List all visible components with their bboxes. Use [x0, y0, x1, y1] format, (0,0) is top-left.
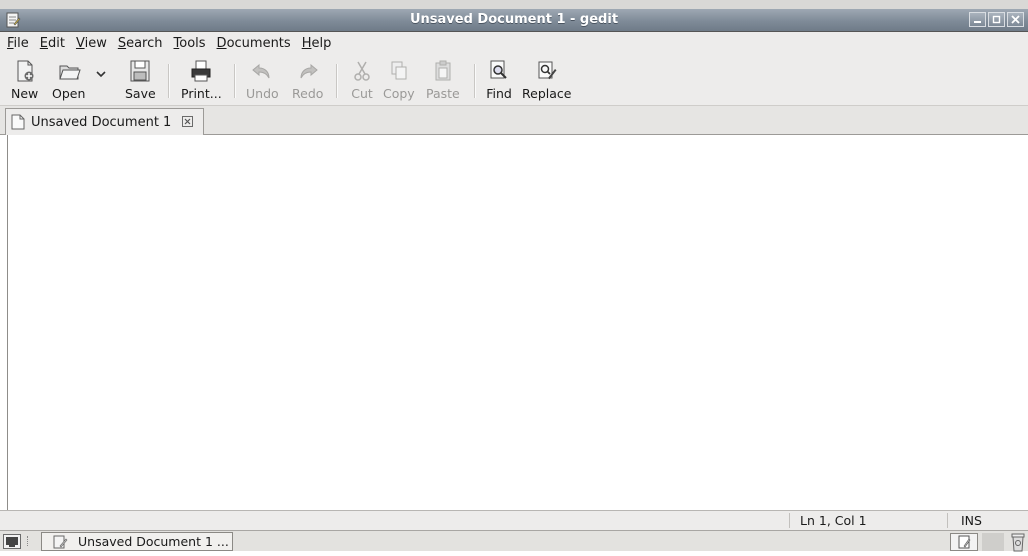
chevron-down-icon	[96, 71, 106, 78]
tab-close-button[interactable]	[182, 116, 193, 127]
menu-edit-rest: dit	[48, 35, 65, 51]
menu-documents-rest: ocuments	[226, 35, 291, 51]
undo-arrow-icon	[252, 63, 270, 79]
desktop-icon	[6, 537, 18, 547]
menu-help-rest: elp	[311, 35, 332, 51]
toolbar-separator	[474, 64, 476, 98]
find-button[interactable]: Find	[486, 58, 512, 101]
show-desktop-button[interactable]	[3, 534, 21, 549]
toolbar: New Open Save Print... Undo Redo Cut Cop…	[0, 54, 1028, 106]
tab-unsaved-document-1[interactable]: Unsaved Document 1	[5, 108, 204, 135]
window-titlebar[interactable]: Unsaved Document 1 - gedit	[0, 9, 1028, 32]
copy-button[interactable]: Copy	[383, 58, 415, 101]
panel-handle[interactable]	[27, 536, 32, 546]
close-button[interactable]	[1007, 12, 1024, 27]
taskbar-window-button[interactable]: Unsaved Document 1 ...	[41, 532, 233, 551]
insert-mode-indicator: INS	[961, 513, 982, 528]
document-tabbar: Unsaved Document 1	[0, 106, 1028, 135]
menu-view-rest: iew	[84, 35, 107, 51]
maximize-icon	[992, 15, 1001, 24]
minimize-button[interactable]	[969, 12, 986, 27]
redo-button[interactable]: Redo	[292, 58, 323, 101]
text-editor-icon	[958, 535, 971, 549]
menu-tools-rest: ools	[179, 35, 206, 51]
menu-edit[interactable]: Edit	[40, 36, 65, 51]
cut-button[interactable]: Cut	[349, 58, 375, 101]
cut-label: Cut	[351, 86, 373, 101]
trash-icon[interactable]	[1008, 531, 1028, 552]
open-recent-dropdown[interactable]	[95, 68, 107, 80]
scissors-icon	[354, 61, 370, 81]
statusbar-divider	[789, 513, 790, 528]
tray-gedit-icon[interactable]	[950, 533, 978, 551]
menu-file[interactable]: File	[7, 36, 29, 51]
close-icon	[184, 118, 191, 125]
statusbar-divider	[947, 513, 948, 528]
toolbar-separator	[234, 64, 236, 98]
tray-slot	[982, 533, 1004, 551]
maximize-button[interactable]	[988, 12, 1005, 27]
menu-documents[interactable]: Documents	[217, 36, 291, 51]
find-label: Find	[486, 86, 512, 101]
toolbar-separator	[168, 64, 170, 98]
menu-file-rest: ile	[13, 35, 29, 51]
copy-icon	[391, 61, 407, 80]
replace-label: Replace	[522, 86, 572, 101]
print-label: Print...	[181, 86, 222, 101]
tab-label: Unsaved Document 1	[31, 114, 172, 130]
menu-documents-mnemonic: D	[216, 35, 227, 51]
menu-view-mnemonic: V	[75, 35, 85, 51]
undo-label: Undo	[246, 86, 279, 101]
taskbar-window-label: Unsaved Document 1 ...	[78, 534, 229, 549]
redo-arrow-icon	[300, 63, 318, 79]
window-controls	[969, 12, 1024, 27]
paste-button[interactable]: Paste	[426, 58, 460, 101]
menubar: File Edit View Search Tools Documents He…	[0, 32, 1028, 54]
gedit-app-icon	[53, 535, 68, 548]
menu-search-rest: earch	[126, 35, 163, 51]
trash-can-icon	[1011, 533, 1025, 552]
save-button[interactable]: Save	[125, 58, 156, 101]
menu-view[interactable]: View	[76, 36, 107, 51]
undo-button[interactable]: Undo	[246, 58, 279, 101]
replace-button[interactable]: Replace	[522, 58, 571, 101]
top-strip	[0, 0, 1028, 9]
redo-label: Redo	[292, 86, 324, 101]
toolbar-separator	[336, 64, 338, 98]
menu-edit-mnemonic: E	[39, 35, 48, 51]
text-editor-area[interactable]	[7, 135, 1028, 510]
open-folder-icon	[58, 65, 81, 80]
menu-help[interactable]: Help	[302, 36, 332, 51]
menu-search-mnemonic: S	[117, 35, 127, 51]
save-floppy-icon	[130, 60, 150, 82]
paste-clipboard-icon	[435, 60, 451, 81]
new-button[interactable]: New	[11, 58, 38, 101]
printer-icon	[191, 60, 211, 82]
window-title: Unsaved Document 1 - gedit	[409, 12, 619, 27]
new-document-icon	[17, 60, 34, 82]
close-icon	[1011, 15, 1020, 24]
document-icon	[11, 114, 25, 130]
replace-icon	[538, 61, 557, 80]
open-label: Open	[52, 86, 86, 101]
find-magnifier-icon	[490, 60, 507, 79]
paste-label: Paste	[426, 86, 460, 101]
print-button[interactable]: Print...	[181, 58, 222, 101]
minimize-icon	[974, 21, 981, 23]
bottom-panel: Unsaved Document 1 ...	[0, 530, 1028, 552]
statusbar: Ln 1, Col 1 INS	[0, 510, 1028, 530]
menu-search[interactable]: Search	[118, 36, 163, 51]
menu-help-mnemonic: H	[301, 35, 312, 51]
new-label: New	[11, 86, 39, 101]
open-button[interactable]: Open	[52, 58, 85, 101]
cursor-position: Ln 1, Col 1	[800, 513, 867, 528]
menu-tools[interactable]: Tools	[174, 36, 206, 51]
save-label: Save	[125, 86, 156, 101]
copy-label: Copy	[383, 86, 415, 101]
